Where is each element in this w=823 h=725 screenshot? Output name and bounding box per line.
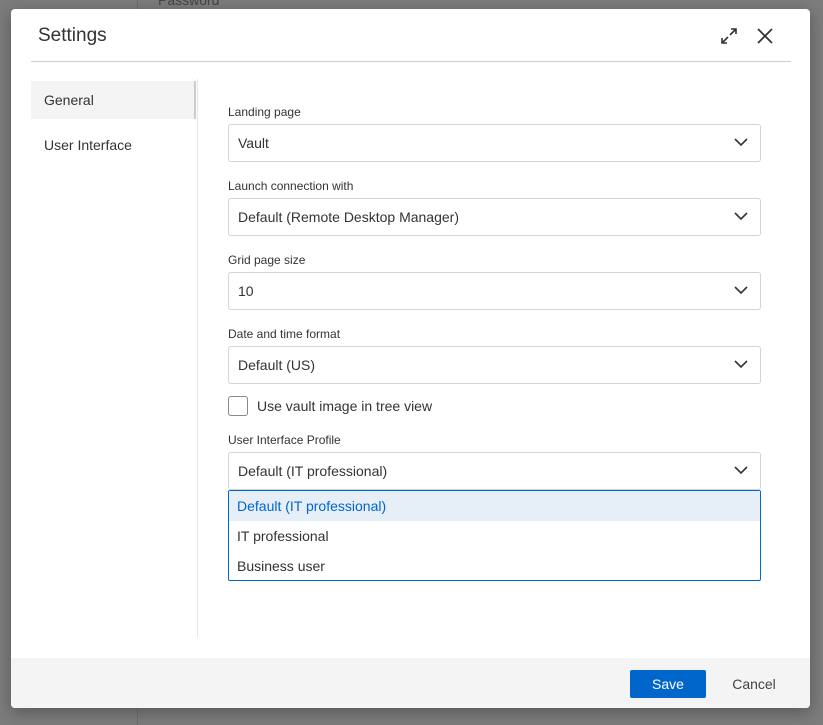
landing-page-select[interactable]: Vault <box>228 124 761 162</box>
ui-profile-label: User Interface Profile <box>228 433 341 447</box>
header-divider <box>31 61 791 62</box>
ui-profile-dropdown: Default (IT professional) IT professiona… <box>228 490 761 581</box>
chevron-down-icon <box>734 138 748 147</box>
landing-page-label: Landing page <box>228 105 301 119</box>
launch-connection-select[interactable]: Default (Remote Desktop Manager) <box>228 198 761 236</box>
cancel-button[interactable]: Cancel <box>716 670 792 698</box>
chevron-down-icon <box>734 360 748 369</box>
settings-dialog: Settings General User Interface Landing … <box>11 9 810 708</box>
sidebar-item-general[interactable]: General <box>31 81 196 119</box>
dialog-footer: Save Cancel <box>11 658 810 708</box>
launch-connection-value: Default (Remote Desktop Manager) <box>238 209 459 225</box>
sidebar-item-user-interface[interactable]: User Interface <box>31 126 196 164</box>
launch-connection-label: Launch connection with <box>228 179 354 193</box>
dialog-title: Settings <box>38 25 107 46</box>
chevron-down-icon <box>734 466 748 475</box>
ui-profile-select[interactable]: Default (IT professional) <box>228 452 761 490</box>
chevron-down-icon <box>734 212 748 221</box>
dropdown-option[interactable]: Default (IT professional) <box>229 491 760 521</box>
grid-page-size-select[interactable]: 10 <box>228 272 761 310</box>
sidebar-divider <box>197 79 198 637</box>
maximize-icon[interactable] <box>718 25 740 47</box>
chevron-down-icon <box>734 286 748 295</box>
date-time-format-label: Date and time format <box>228 327 341 341</box>
background-password-label: Password <box>158 0 220 8</box>
dropdown-option[interactable]: IT professional <box>229 521 760 551</box>
close-icon[interactable] <box>754 25 776 47</box>
landing-page-value: Vault <box>238 135 269 151</box>
ui-profile-value: Default (IT professional) <box>238 463 388 479</box>
date-time-format-select[interactable]: Default (US) <box>228 346 761 384</box>
save-button[interactable]: Save <box>630 670 706 698</box>
grid-page-size-label: Grid page size <box>228 253 306 267</box>
vault-image-checkbox-label[interactable]: Use vault image in tree view <box>257 398 432 414</box>
date-time-format-value: Default (US) <box>238 357 316 373</box>
vault-image-checkbox[interactable] <box>228 396 248 416</box>
dropdown-option[interactable]: Business user <box>229 551 760 581</box>
grid-page-size-value: 10 <box>238 283 254 299</box>
